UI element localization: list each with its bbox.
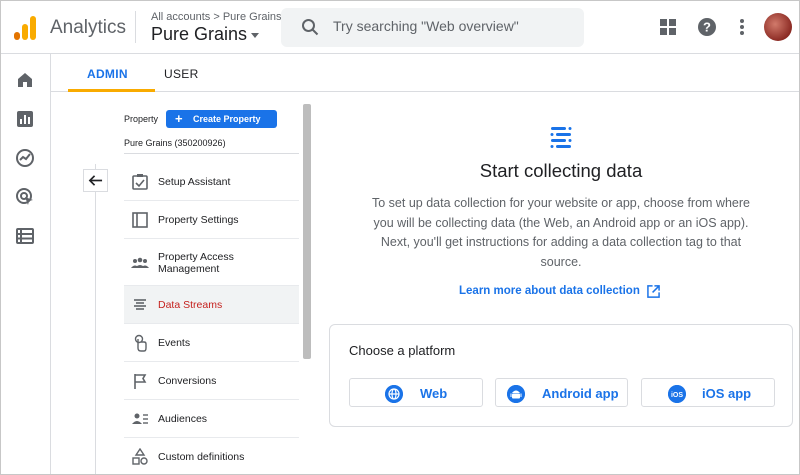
menu-item-audiences[interactable]: Audiences — [124, 400, 299, 438]
column-connector — [83, 92, 108, 474]
android-label: Android app — [542, 386, 619, 401]
property-column-scrollbar[interactable] — [303, 104, 311, 359]
menu-item-label: Audiences — [158, 413, 208, 425]
active-tab-indicator — [68, 89, 155, 92]
menu-item-custom-definitions[interactable]: Custom definitions — [124, 438, 299, 474]
settings-panel-icon — [132, 212, 148, 228]
account-selector[interactable]: Pure Grains — [151, 24, 260, 45]
learn-more-link[interactable]: Learn more about data collection — [459, 285, 640, 297]
globe-icon — [385, 385, 403, 403]
plus-icon: + — [175, 111, 183, 126]
menu-item-events[interactable]: Events — [124, 324, 299, 362]
ios-icon: iOS — [668, 385, 686, 403]
menu-item-property-settings[interactable]: Property Settings — [124, 201, 299, 239]
open-in-new-icon[interactable] — [647, 285, 660, 298]
menu-item-label: Custom definitions — [158, 451, 245, 463]
android-icon — [507, 385, 525, 403]
apps-grid-icon[interactable] — [658, 17, 678, 37]
android-platform-button[interactable]: Android app — [495, 378, 628, 407]
ios-platform-button[interactable]: iOS iOS app — [641, 378, 775, 407]
header-divider — [135, 11, 136, 43]
audience-icon — [132, 413, 148, 424]
tab-admin[interactable]: ADMIN — [87, 67, 128, 81]
tab-user[interactable]: USER — [164, 67, 199, 81]
search-bar[interactable]: Try searching "Web overview" — [281, 8, 584, 47]
admin-tabs: ADMIN USER — [51, 54, 799, 92]
left-nav-rail — [1, 54, 51, 474]
help-icon[interactable]: ? — [697, 17, 717, 37]
property-divider — [124, 153, 299, 154]
shapes-icon — [132, 448, 148, 465]
checklist-icon — [132, 174, 148, 190]
property-label: Property — [124, 114, 159, 124]
create-property-label: Create Property — [193, 114, 261, 124]
analytics-admin-window: Analytics All accounts > Pure Grains Pur… — [0, 0, 800, 475]
platform-title: Choose a platform — [349, 343, 456, 358]
streams-icon — [134, 299, 146, 310]
back-button[interactable] — [83, 169, 108, 192]
app-name: Analytics — [50, 17, 127, 38]
property-selector[interactable]: Pure Grains (350200926) — [124, 138, 226, 148]
avatar[interactable] — [764, 13, 792, 41]
menu-item-label: Events — [158, 337, 191, 349]
menu-item-label: Setup Assistant — [158, 176, 231, 188]
configure-list-icon[interactable] — [15, 226, 35, 246]
touch-icon — [134, 334, 147, 352]
page-title: Start collecting data — [479, 160, 643, 181]
page-description: To set up data collection for your websi… — [372, 196, 750, 269]
platform-card: Choose a platform Web Android app iOS iO… — [329, 324, 793, 427]
web-label: Web — [420, 386, 448, 401]
menu-item-data-streams[interactable]: Data Streams — [124, 286, 299, 324]
account-name: Pure Grains — [151, 24, 248, 44]
people-icon — [131, 257, 149, 268]
web-platform-button[interactable]: Web — [349, 378, 483, 407]
home-icon[interactable] — [15, 70, 35, 90]
flag-icon — [134, 374, 147, 389]
search-icon — [302, 19, 319, 36]
menu-item-label: Data Streams — [158, 299, 223, 311]
explore-icon[interactable] — [15, 148, 35, 168]
caret-down-icon — [251, 32, 260, 38]
menu-item-conversions[interactable]: Conversions — [124, 362, 299, 400]
menu-item-label: Property Access Management — [158, 251, 234, 275]
svg-text:?: ? — [703, 20, 711, 35]
menu-item-setup-assistant[interactable]: Setup Assistant — [124, 163, 299, 201]
data-streams-icon — [550, 127, 572, 148]
breadcrumb[interactable]: All accounts > Pure Grains — [151, 11, 282, 23]
analytics-logo-icon[interactable] — [14, 16, 36, 40]
arrow-back-icon — [88, 175, 103, 186]
advertising-icon[interactable] — [15, 187, 35, 207]
svg-text:iOS: iOS — [671, 392, 683, 399]
menu-item-label: Conversions — [158, 375, 217, 387]
search-placeholder: Try searching "Web overview" — [333, 18, 519, 34]
more-vert-icon[interactable] — [732, 17, 752, 37]
ios-label: iOS app — [702, 386, 752, 401]
menu-item-label: Property Settings — [158, 214, 239, 226]
top-app-bar: Analytics All accounts > Pure Grains Pur… — [1, 1, 799, 54]
reports-icon[interactable] — [15, 109, 35, 129]
menu-item-property-access-management[interactable]: Property Access Management — [124, 239, 299, 286]
create-property-button[interactable]: + Create Property — [166, 110, 277, 128]
connector-line — [95, 164, 96, 474]
